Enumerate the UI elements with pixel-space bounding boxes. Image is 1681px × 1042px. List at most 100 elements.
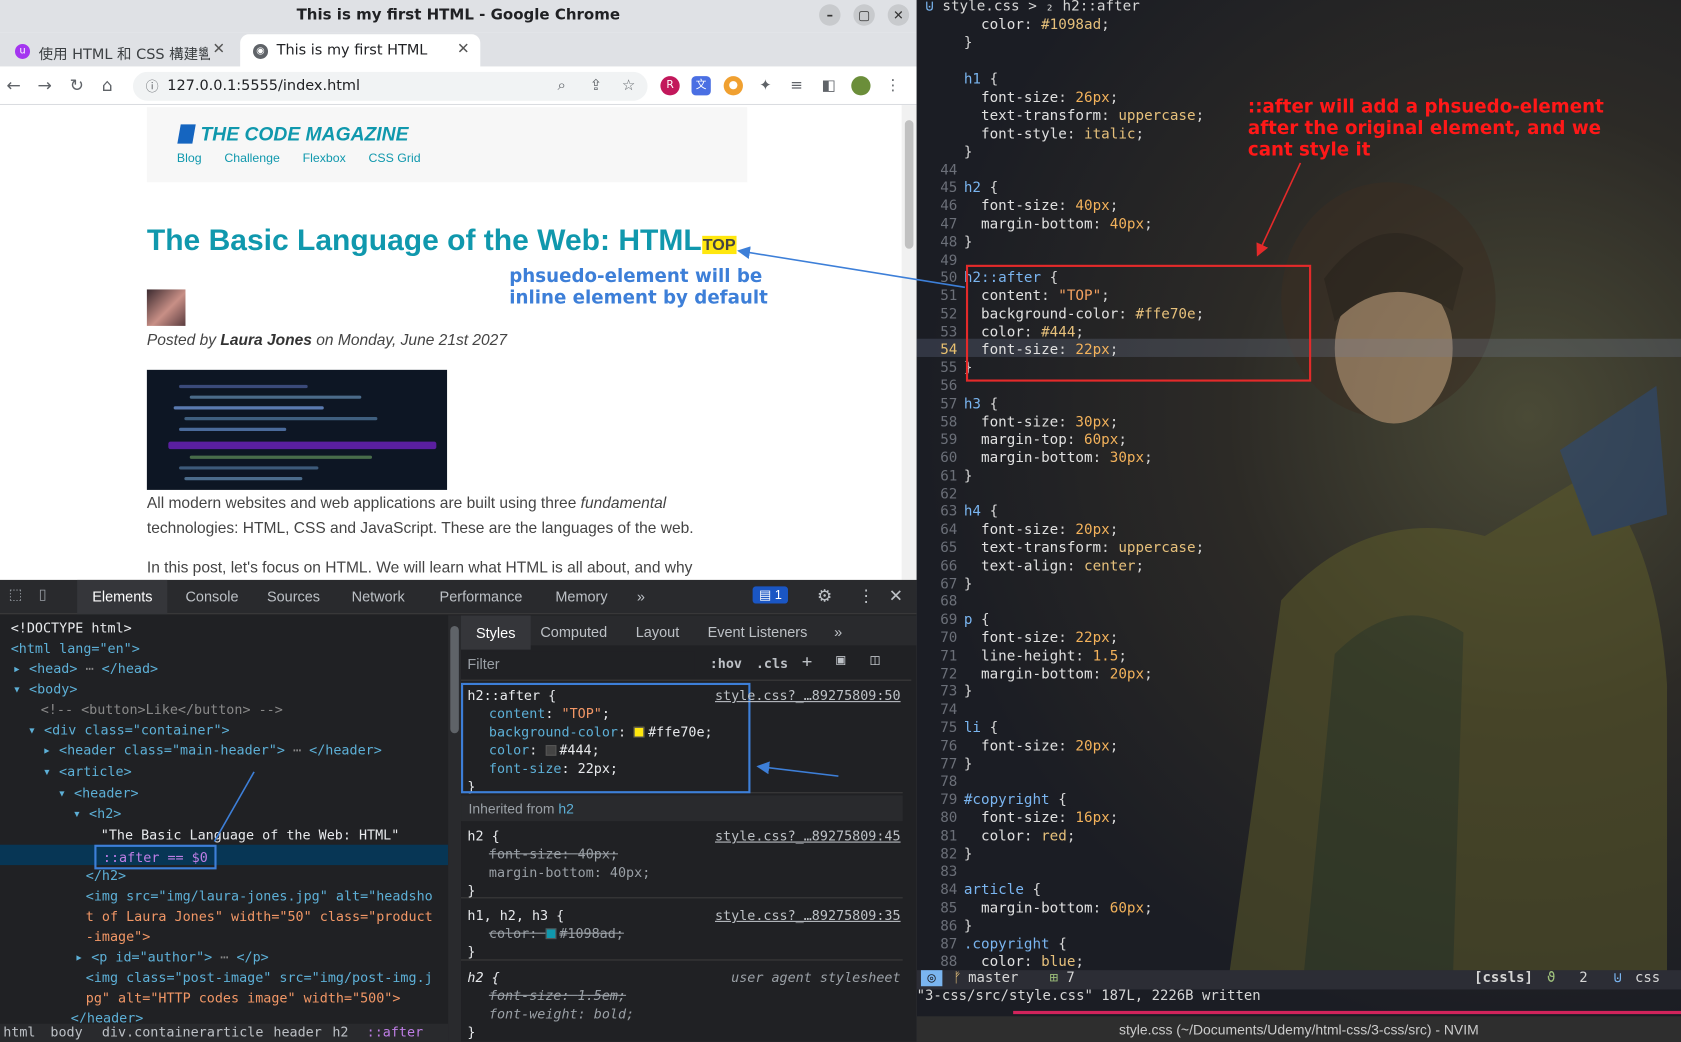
git-branch: master <box>968 970 1019 987</box>
sidebar-toggle-icon[interactable]: ◫ <box>871 652 880 670</box>
dom-node-body[interactable]: ▾ <body> <box>13 679 78 699</box>
maximize-icon[interactable]: ▢ <box>853 4 875 26</box>
devtools-menu-icon[interactable]: ⋮ <box>858 585 875 606</box>
devtools-panel: ⬚ ▯ Elements Console Sources Network Per… <box>0 579 917 1042</box>
nav-link-flexbox[interactable]: Flexbox <box>303 152 346 165</box>
crumb-after[interactable]: ::after <box>367 1024 423 1040</box>
zoom-icon[interactable]: ⌕ <box>557 77 565 94</box>
close-tab-icon[interactable]: ✕ <box>457 41 470 58</box>
paint-icon[interactable]: ▣ <box>836 652 845 670</box>
crumb-html[interactable]: html <box>3 1024 35 1040</box>
tab-console[interactable]: Console <box>185 589 238 605</box>
tab-performance[interactable]: Performance <box>440 589 523 605</box>
issues-badge[interactable]: ▤ 1 <box>752 586 789 604</box>
chrome-window: This is my first HTML - Google Chrome – … <box>0 0 917 1042</box>
more-tabs-icon[interactable]: » <box>637 589 645 605</box>
close-tab-icon[interactable]: ✕ <box>208 40 226 58</box>
dom-node-post-img[interactable]: <img class="post-image" src="img/post-im… <box>86 967 433 987</box>
dom-node-article[interactable]: ▾ <article> <box>43 761 132 781</box>
new-rule-icon[interactable]: + <box>802 652 812 670</box>
css-prop-font-weight[interactable]: font-weight: bold; <box>467 1004 896 1022</box>
dom-node-main-header[interactable]: ▸ <header class="main-header"> ⋯ </heade… <box>43 740 382 760</box>
filter-input[interactable]: Filter <box>467 651 695 676</box>
page-scrollbar[interactable] <box>901 105 917 580</box>
crumb-container[interactable]: div.container <box>102 1024 207 1040</box>
side-panel-icon[interactable]: ◧ <box>819 76 838 95</box>
tab-active[interactable]: ◉ This is my first HTML ✕ <box>240 34 481 67</box>
nav-link-challenge[interactable]: Challenge <box>224 152 280 165</box>
nav-link-blog[interactable]: Blog <box>177 152 202 165</box>
tab-label: 使用 HTML 和 CSS 構建響 <box>38 46 213 64</box>
dom-text-node[interactable]: "The Basic Language of the Web: HTML" <box>101 824 400 844</box>
color-swatch[interactable] <box>545 928 557 940</box>
rule-source-link[interactable]: style.css?_…89275809:35 <box>715 906 901 924</box>
main-nav: Blog Challenge Flexbox CSS Grid <box>177 152 440 165</box>
share-icon[interactable]: ⇪ <box>590 77 603 94</box>
close-window-icon[interactable]: ✕ <box>887 4 910 26</box>
dom-node-h2[interactable]: ▾ <h2> <box>73 803 121 823</box>
tab-computed[interactable]: Computed <box>540 623 607 641</box>
tab-sources[interactable]: Sources <box>267 589 320 605</box>
tab-event-listeners[interactable]: Event Listeners <box>708 623 808 641</box>
tab-udemy[interactable]: u 使用 HTML 和 CSS 構建響 ✕ <box>2 34 236 66</box>
crumb-h2[interactable]: h2 <box>332 1024 348 1040</box>
dom-node-img-cont[interactable]: -image"> <box>86 926 151 946</box>
inspect-icon[interactable]: ⬚ <box>9 586 23 603</box>
rule-source-link[interactable]: style.css?_…89275809:45 <box>715 827 901 845</box>
more-tabs-icon[interactable]: » <box>834 623 842 641</box>
tab-memory[interactable]: Memory <box>555 589 607 605</box>
home-icon[interactable]: ⌂ <box>102 75 113 95</box>
rule-source-link[interactable]: style.css?_…89275809:50 <box>715 686 901 704</box>
tab-styles[interactable]: Styles <box>461 615 531 650</box>
tab-network[interactable]: Network <box>352 589 405 605</box>
menu-kebab-icon[interactable]: ⋮ <box>883 76 902 95</box>
dom-node[interactable]: <!DOCTYPE html> <box>11 617 132 637</box>
intro-paragraph: All modern websites and web applications… <box>146 495 694 538</box>
dom-node-post-img-cont[interactable]: pg" alt="HTTP codes image" width="500"> <box>86 987 401 1007</box>
address-bar[interactable]: ⓘ 127.0.0.1:5555/index.html ⌕ ⇪ ☆ <box>132 71 648 101</box>
translate-icon[interactable]: 文 <box>691 76 711 96</box>
dom-node-author[interactable]: ▸ <p id="author"> ⋯ </p> <box>75 947 269 967</box>
dom-node-container[interactable]: ▾ <div class="container"> <box>28 719 230 739</box>
extension-icon[interactable]: R <box>660 76 680 96</box>
tab-layout[interactable]: Layout <box>636 623 679 641</box>
second-paragraph: In this post, let's focus on HTML. We wi… <box>146 559 693 577</box>
media-icon[interactable]: ≡ <box>787 76 806 95</box>
cookie-icon[interactable]: ● <box>723 76 743 96</box>
statusline: ◎ ᚠ master ⊞ 7 [cssls] ϑ 2 ⊍ css <box>916 970 1681 990</box>
nav-link-css-grid[interactable]: CSS Grid <box>369 152 421 165</box>
dom-comment[interactable]: <!-- <button>Like</button> --> <box>41 699 283 719</box>
annotation-red-box <box>965 264 1312 382</box>
hov-button[interactable]: :hov <box>710 654 742 672</box>
back-icon[interactable]: ← <box>6 75 20 95</box>
site-logo[interactable]: THE CODE MAGAZINE <box>177 123 408 146</box>
dom-node-img[interactable]: <img src="img/laura-jones.jpg" alt="head… <box>86 885 433 905</box>
web-page: THE CODE MAGAZINE Blog Challenge Flexbox… <box>0 105 917 580</box>
dom-node[interactable]: <html lang="en"> <box>11 638 140 658</box>
extensions-puzzle-icon[interactable]: ✦ <box>756 76 775 95</box>
dom-node-img-cont[interactable]: t of Laura Jones" width="50" class="prod… <box>86 906 433 926</box>
dom-node[interactable]: </h2> <box>86 865 126 885</box>
forward-icon[interactable]: → <box>38 75 52 95</box>
bookmark-star-icon[interactable]: ☆ <box>622 77 635 94</box>
device-toolbar-icon[interactable]: ▯ <box>39 586 47 603</box>
close-devtools-icon[interactable]: ✕ <box>889 585 903 606</box>
settings-gear-icon[interactable]: ⚙ <box>817 585 832 606</box>
dom-node-header[interactable]: ▾ <header> <box>58 783 139 803</box>
minimize-icon[interactable]: – <box>819 4 841 26</box>
crumb-body[interactable]: body <box>50 1024 82 1040</box>
css-prop-font-size[interactable]: font-size: 40px; <box>467 845 896 863</box>
css-prop-font-size[interactable]: font-size: 1.5em; <box>467 986 896 1004</box>
tab-elements[interactable]: Elements <box>77 579 168 615</box>
reload-icon[interactable]: ↻ <box>70 75 84 95</box>
dom-node[interactable]: </header> <box>71 1008 144 1023</box>
css-prop-color[interactable]: color: #1098ad; <box>467 924 896 942</box>
elements-scrollbar[interactable] <box>448 615 462 1042</box>
dom-node-head[interactable]: ▸ <head> ⋯ </head> <box>13 658 158 678</box>
css-prop-margin[interactable]: margin-bottom: 40px; <box>467 863 896 881</box>
cls-button[interactable]: .cls <box>756 654 788 672</box>
avatar[interactable] <box>851 76 871 96</box>
crumb-header[interactable]: header <box>273 1024 321 1040</box>
crumb-article[interactable]: article <box>207 1024 263 1040</box>
command-line[interactable]: "3-css/src/style.css" 187L, 2226B writte… <box>917 988 1681 1007</box>
